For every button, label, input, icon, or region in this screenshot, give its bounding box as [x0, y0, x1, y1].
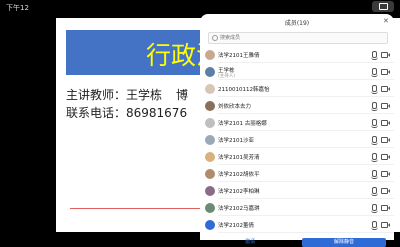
members-title: 成员(19)	[284, 20, 310, 27]
teacher-label: 主讲教师：王学栋	[66, 88, 163, 102]
microphone-icon[interactable]	[371, 119, 378, 128]
row-divider	[218, 62, 394, 63]
microphone-icon[interactable]	[371, 102, 378, 111]
slide-divider	[70, 208, 200, 209]
avatar	[205, 135, 215, 145]
row-divider	[218, 215, 394, 216]
microphone-icon[interactable]	[371, 170, 378, 179]
row-divider	[218, 79, 394, 80]
member-name: 法学2102李柏琳	[218, 189, 260, 195]
member-name: 2110010112韩嘉怡	[218, 87, 270, 93]
row-divider	[218, 96, 394, 97]
member-name: 法学2102董倩	[218, 223, 254, 229]
slide-phone-line: 联系电话：86981676	[66, 106, 188, 120]
teacher-trail: 博	[176, 88, 189, 102]
camera-toggle-icon[interactable]	[372, 1, 394, 12]
microphone-icon[interactable]	[371, 221, 378, 230]
video-camera-icon[interactable]	[381, 222, 390, 228]
avatar	[205, 67, 215, 77]
slide-teacher-line: 主讲教师：王学栋博	[66, 86, 188, 103]
member-row[interactable]: 法学2102马嘉琪	[200, 200, 394, 216]
member-row[interactable]: 王学栋 (主持人)	[200, 64, 394, 80]
video-camera-icon[interactable]	[381, 205, 390, 211]
avatar	[205, 152, 215, 162]
microphone-icon[interactable]	[371, 68, 378, 77]
avatar	[205, 50, 215, 60]
avatar	[205, 220, 215, 230]
member-row[interactable]: 刘依欣本去力	[200, 98, 394, 114]
video-camera-icon[interactable]	[381, 103, 390, 109]
members-panel: 成员(19) ✕ 法学2101王雅倩王学栋(主持人) 2110010112韩嘉怡刘…	[200, 14, 394, 240]
unmute-all-button[interactable]: 解除静音	[302, 238, 386, 247]
microphone-icon[interactable]	[371, 204, 378, 213]
member-name: 法学2102马嘉琪	[218, 206, 260, 212]
search-input[interactable]	[220, 34, 380, 42]
member-name: 法学2102胡依平	[218, 172, 260, 178]
member-row[interactable]: 法学2101 古丽格娜	[200, 115, 394, 131]
microphone-icon[interactable]	[371, 153, 378, 162]
member-name: 法学2101 古丽格娜	[218, 121, 267, 127]
video-camera-icon[interactable]	[381, 154, 390, 160]
close-icon[interactable]: ✕	[383, 17, 389, 25]
video-camera-icon[interactable]	[381, 52, 390, 58]
microphone-icon[interactable]	[371, 51, 378, 60]
member-row[interactable]: 法学2101沙亚	[200, 132, 394, 148]
row-divider	[218, 181, 394, 182]
video-camera-icon[interactable]	[381, 69, 390, 75]
member-row[interactable]: 法学2101吴芳清	[200, 149, 394, 165]
status-time: 下午12	[6, 4, 29, 12]
avatar	[205, 169, 215, 179]
video-camera-icon[interactable]	[381, 120, 390, 126]
microphone-icon[interactable]	[371, 136, 378, 145]
row-divider	[218, 164, 394, 165]
member-name: 刘依欣本去力	[218, 104, 252, 110]
member-row[interactable]: 法学2102董倩	[200, 217, 394, 233]
row-divider	[218, 147, 394, 148]
member-name: 法学2101沙亚	[218, 138, 254, 144]
member-row[interactable]: 法学2102李柏琳	[200, 183, 394, 199]
member-search[interactable]	[208, 32, 388, 44]
row-divider	[218, 232, 394, 233]
video-camera-icon[interactable]	[381, 137, 390, 143]
video-camera-icon[interactable]	[381, 188, 390, 194]
member-row[interactable]: 法学2102胡依平	[200, 166, 394, 182]
video-camera-icon[interactable]	[381, 171, 390, 177]
member-row[interactable]: 法学2101王雅倩	[200, 47, 394, 63]
member-name: 法学2101王雅倩	[218, 53, 260, 59]
avatar	[205, 101, 215, 111]
member-name: 法学2101吴芳清	[218, 155, 260, 161]
avatar	[205, 186, 215, 196]
invite-button[interactable]: 邀请	[208, 238, 292, 247]
member-row[interactable]: 2110010112韩嘉怡	[200, 81, 394, 97]
status-bar: 下午12	[0, 0, 400, 14]
row-divider	[218, 198, 394, 199]
row-divider	[218, 130, 394, 131]
avatar	[205, 84, 215, 94]
avatar	[205, 203, 215, 213]
row-divider	[218, 113, 394, 114]
microphone-icon[interactable]	[371, 187, 378, 196]
search-icon	[212, 35, 218, 41]
microphone-icon[interactable]	[371, 85, 378, 94]
avatar	[205, 118, 215, 128]
video-camera-icon[interactable]	[381, 86, 390, 92]
